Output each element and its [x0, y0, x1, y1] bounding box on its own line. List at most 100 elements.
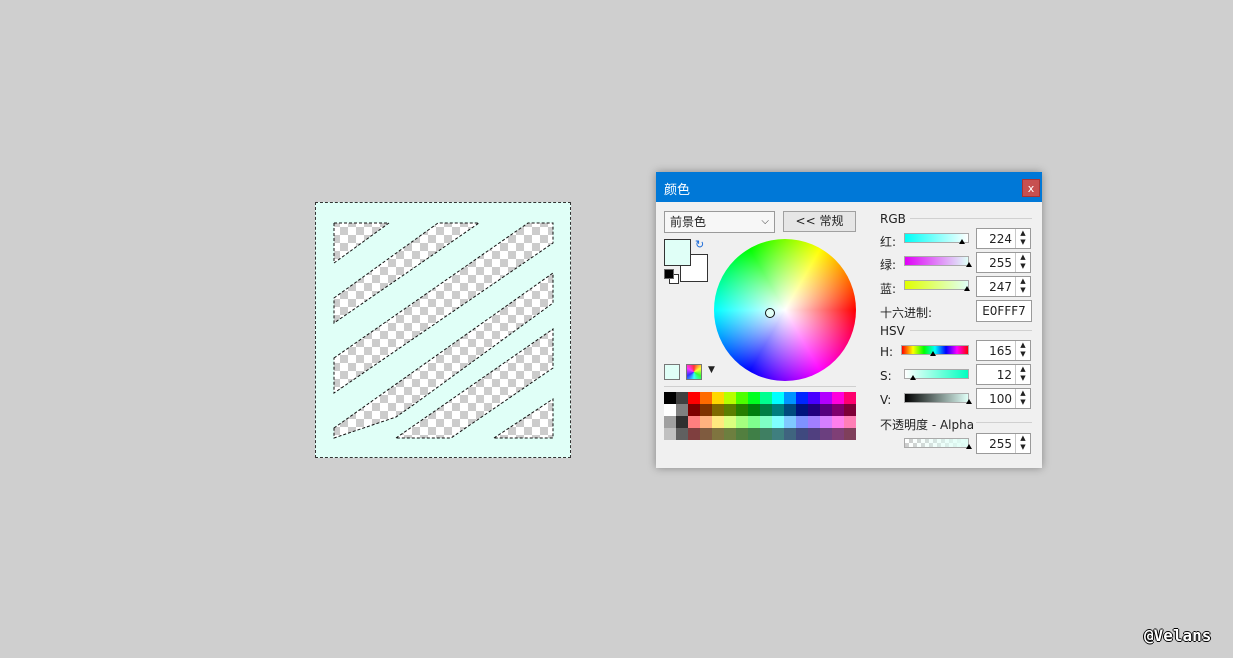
palette-swatch[interactable]: [712, 404, 724, 416]
slider-thumb[interactable]: [959, 239, 965, 244]
palette-swatch[interactable]: [796, 392, 808, 404]
palette-swatch[interactable]: [784, 392, 796, 404]
palette-swatch[interactable]: [748, 404, 760, 416]
hex-input[interactable]: E0FFF7: [976, 300, 1032, 322]
s-input[interactable]: 12 ▲ ▼: [976, 364, 1031, 385]
palette-swatch[interactable]: [820, 428, 832, 440]
palette-swatch[interactable]: [724, 428, 736, 440]
palette-swatch[interactable]: [748, 392, 760, 404]
spinner-icon[interactable]: ▲ ▼: [1015, 434, 1030, 453]
green-slider[interactable]: [904, 256, 972, 267]
palette-swatch[interactable]: [844, 416, 856, 428]
palette-swatch[interactable]: [724, 404, 736, 416]
alpha-slider[interactable]: [904, 438, 972, 449]
saturation-slider[interactable]: [904, 369, 969, 380]
palette-swatch[interactable]: [676, 428, 688, 440]
palette-swatch[interactable]: [808, 428, 820, 440]
hue-slider[interactable]: [901, 345, 969, 356]
red-input[interactable]: 224 ▲ ▼: [976, 228, 1031, 249]
palette-swatch[interactable]: [784, 416, 796, 428]
simple-mode-button[interactable]: << 常规: [783, 211, 856, 232]
palette-swatch[interactable]: [796, 416, 808, 428]
default-colors-icon[interactable]: [664, 269, 674, 279]
slider-thumb[interactable]: [910, 375, 916, 380]
palette-swatch[interactable]: [760, 392, 772, 404]
palette-swatch[interactable]: [772, 428, 784, 440]
add-to-palette-icon[interactable]: [664, 364, 680, 380]
palette-swatch[interactable]: [796, 404, 808, 416]
palette-swatch[interactable]: [664, 404, 676, 416]
palette-swatch[interactable]: [772, 404, 784, 416]
palette-swatch[interactable]: [736, 428, 748, 440]
palette-swatch[interactable]: [688, 416, 700, 428]
palette-swatch[interactable]: [748, 428, 760, 440]
color-wheel-marker[interactable]: [765, 308, 775, 318]
palette-swatch[interactable]: [832, 428, 844, 440]
palette-swatch[interactable]: [772, 416, 784, 428]
spinner-icon[interactable]: ▲ ▼: [1015, 229, 1030, 248]
palette-swatch[interactable]: [832, 416, 844, 428]
palette-swatch[interactable]: [748, 416, 760, 428]
palette-swatch[interactable]: [832, 404, 844, 416]
palette-swatch[interactable]: [784, 404, 796, 416]
spinner-icon[interactable]: ▲ ▼: [1015, 341, 1030, 360]
palette-swatch[interactable]: [736, 404, 748, 416]
slider-thumb[interactable]: [964, 286, 970, 291]
spinner-icon[interactable]: ▲ ▼: [1015, 277, 1030, 296]
slider-thumb[interactable]: [930, 351, 936, 356]
spinner-icon[interactable]: ▲ ▼: [1015, 365, 1030, 384]
palette-swatch[interactable]: [844, 392, 856, 404]
red-slider[interactable]: [904, 233, 969, 244]
palette-swatch[interactable]: [760, 416, 772, 428]
palette-swatch[interactable]: [712, 392, 724, 404]
palette-swatch[interactable]: [676, 404, 688, 416]
color-wheel[interactable]: [714, 239, 856, 381]
value-slider[interactable]: [904, 393, 972, 404]
palette-swatch[interactable]: [820, 392, 832, 404]
alpha-input[interactable]: 255 ▲ ▼: [976, 433, 1031, 454]
palette-swatch[interactable]: [796, 428, 808, 440]
palette-swatch[interactable]: [676, 392, 688, 404]
palette-swatch[interactable]: [724, 416, 736, 428]
palette-swatch[interactable]: [736, 416, 748, 428]
palette-swatch[interactable]: [700, 428, 712, 440]
blue-input[interactable]: 247 ▲ ▼: [976, 276, 1031, 297]
h-input[interactable]: 165 ▲ ▼: [976, 340, 1031, 361]
slider-thumb[interactable]: [966, 444, 972, 449]
palette-swatch[interactable]: [844, 428, 856, 440]
palette-swatch[interactable]: [688, 392, 700, 404]
v-input[interactable]: 100 ▲ ▼: [976, 388, 1031, 409]
palette-swatch[interactable]: [808, 392, 820, 404]
color-target-select[interactable]: 前景色 ⌵: [664, 211, 775, 233]
palette-swatch[interactable]: [760, 428, 772, 440]
spinner-icon[interactable]: ▲ ▼: [1015, 253, 1030, 272]
dialog-titlebar[interactable]: 颜色 x: [656, 172, 1042, 202]
palette-swatch[interactable]: [808, 416, 820, 428]
palette-dropdown-icon[interactable]: ▼: [708, 365, 715, 375]
palette-swatch[interactable]: [772, 392, 784, 404]
palette-swatch[interactable]: [712, 428, 724, 440]
palette-menu-icon[interactable]: [686, 364, 702, 380]
blue-slider[interactable]: [904, 280, 970, 291]
swap-colors-icon[interactable]: ↻: [695, 238, 704, 251]
palette-swatch[interactable]: [820, 416, 832, 428]
close-button[interactable]: x: [1022, 179, 1040, 197]
palette-swatch[interactable]: [700, 404, 712, 416]
palette-swatch[interactable]: [664, 416, 676, 428]
slider-thumb[interactable]: [966, 399, 972, 404]
palette-swatch[interactable]: [700, 416, 712, 428]
green-input[interactable]: 255 ▲ ▼: [976, 252, 1031, 273]
primary-color-swatch[interactable]: [664, 239, 691, 266]
image-canvas[interactable]: [315, 202, 571, 458]
spinner-icon[interactable]: ▲ ▼: [1015, 389, 1030, 408]
slider-thumb[interactable]: [966, 262, 972, 267]
palette-swatch[interactable]: [688, 404, 700, 416]
palette-swatch[interactable]: [832, 392, 844, 404]
palette-swatch[interactable]: [844, 404, 856, 416]
palette-swatch[interactable]: [712, 416, 724, 428]
palette-swatch[interactable]: [688, 428, 700, 440]
palette-swatch[interactable]: [700, 392, 712, 404]
palette-swatch[interactable]: [736, 392, 748, 404]
palette-swatch[interactable]: [664, 428, 676, 440]
palette-swatch[interactable]: [760, 404, 772, 416]
